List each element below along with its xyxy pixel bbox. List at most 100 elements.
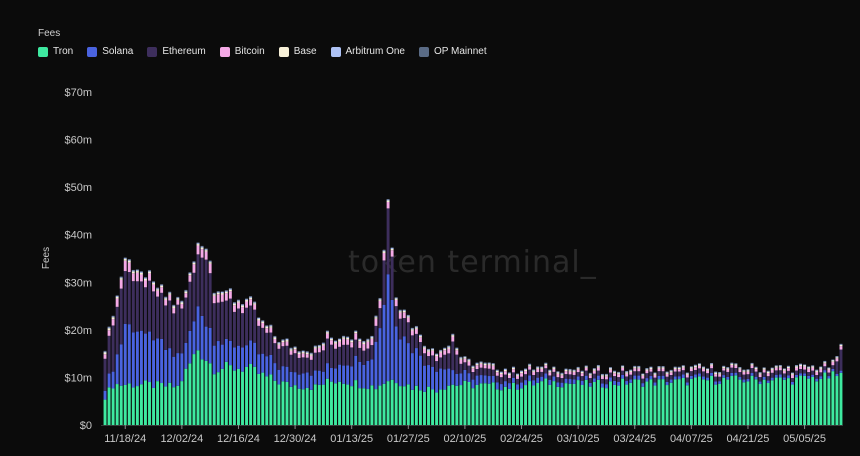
bar-stack[interactable] (766, 370, 770, 425)
bar-stack[interactable] (734, 363, 738, 425)
bar-stack[interactable] (330, 337, 333, 425)
bar-stack[interactable] (685, 372, 689, 425)
bar-stack[interactable] (208, 260, 212, 425)
bar-stack[interactable] (123, 257, 127, 425)
bar-stack[interactable] (317, 344, 321, 425)
bar-stack[interactable] (107, 326, 111, 425)
bar-stack[interactable] (119, 276, 123, 425)
bar-stack[interactable] (463, 356, 467, 425)
bar-stack[interactable] (653, 372, 657, 425)
bar-stack[interactable] (807, 366, 811, 425)
bar-stack[interactable] (774, 365, 778, 425)
bar-stack[interactable] (237, 299, 240, 425)
bar-stack[interactable] (285, 338, 289, 425)
bar-stack[interactable] (459, 356, 463, 425)
bar-stack[interactable] (245, 298, 249, 425)
bar-stack[interactable] (681, 365, 685, 425)
bar-stack[interactable] (823, 360, 827, 425)
bar-stack[interactable] (580, 370, 584, 425)
bar-stack[interactable] (738, 366, 742, 425)
bar-stack[interactable] (815, 369, 819, 426)
bar-stack[interactable] (645, 367, 649, 425)
bar-stack[interactable] (471, 365, 475, 425)
bar-stack[interactable] (524, 368, 528, 425)
bar-stack[interactable] (423, 345, 426, 425)
bar-stack[interactable] (495, 369, 499, 425)
bar-stack[interactable] (273, 335, 277, 425)
bar-stack[interactable] (697, 363, 701, 425)
bar-stack[interactable] (770, 367, 774, 425)
bar-stack[interactable] (613, 370, 616, 425)
bar-stack[interactable] (386, 199, 390, 425)
bar-stack[interactable] (835, 356, 839, 425)
bar-stack[interactable] (168, 291, 172, 425)
bar-stack[interactable] (156, 287, 160, 425)
bar-stack[interactable] (827, 367, 831, 425)
bar-stack[interactable] (491, 363, 495, 425)
bar-stack[interactable] (544, 362, 548, 425)
bar-stack[interactable] (350, 339, 354, 425)
bar-stack[interactable] (714, 371, 718, 425)
bar-stack[interactable] (479, 361, 483, 425)
bar-stack[interactable] (406, 314, 410, 425)
bar-stack[interactable] (795, 365, 798, 425)
bar-stack[interactable] (342, 335, 346, 425)
bar-stack[interactable] (552, 366, 556, 425)
bar-stack[interactable] (746, 369, 750, 425)
bar-stack[interactable] (621, 365, 625, 425)
bar-stack[interactable] (131, 269, 135, 425)
bar-stack[interactable] (516, 373, 519, 425)
bar-stack[interactable] (487, 362, 491, 425)
bar-stack[interactable] (127, 259, 131, 425)
bar-stack[interactable] (782, 368, 786, 425)
bar-stack[interactable] (799, 363, 802, 425)
bar-stack[interactable] (160, 284, 164, 425)
bar-stack[interactable] (188, 272, 192, 425)
bar-stack[interactable] (184, 289, 188, 425)
bar-stack[interactable] (212, 292, 216, 425)
bar-stack[interactable] (249, 296, 253, 425)
bar-stack[interactable] (418, 334, 422, 425)
bar-stack[interactable] (103, 350, 107, 425)
bar-stack[interactable] (503, 368, 507, 425)
bar-stack[interactable] (309, 352, 313, 425)
bar-stack[interactable] (111, 315, 115, 425)
bar-stack[interactable] (762, 367, 766, 425)
bar-stack[interactable] (241, 303, 244, 425)
bar-stack[interactable] (427, 348, 430, 425)
bar-stack[interactable] (625, 370, 629, 425)
bar-stack[interactable] (564, 368, 568, 425)
bar-stack[interactable] (135, 269, 139, 425)
bar-stack[interactable] (354, 330, 358, 425)
bar-stack[interactable] (548, 369, 552, 425)
bar-stack[interactable] (536, 366, 540, 425)
bar-stack[interactable] (394, 297, 398, 425)
bar-stack[interactable] (706, 368, 709, 425)
bar-stack[interactable] (435, 353, 439, 425)
bar-stack[interactable] (702, 366, 705, 425)
bar-stack[interactable] (560, 372, 564, 425)
bar-stack[interactable] (811, 365, 815, 425)
bar-stack[interactable] (148, 269, 151, 425)
bar-stack[interactable] (718, 372, 722, 425)
bar-stack[interactable] (786, 365, 790, 425)
bar-stack[interactable] (398, 309, 402, 425)
bar-stack[interactable] (313, 345, 317, 425)
bar-stack[interactable] (362, 340, 366, 425)
bar-stack[interactable] (710, 363, 714, 425)
bar-stack[interactable] (520, 370, 523, 425)
bar-stack[interactable] (499, 371, 503, 425)
bar-stack[interactable] (297, 351, 301, 425)
bar-stack[interactable] (722, 365, 726, 425)
bar-stack[interactable] (455, 347, 459, 426)
bar-stack[interactable] (321, 342, 325, 425)
bar-stack[interactable] (588, 372, 592, 425)
bar-stack[interactable] (669, 369, 673, 425)
bar-stack[interactable] (204, 248, 208, 425)
bar-stack[interactable] (139, 271, 143, 425)
bar-stack[interactable] (305, 351, 309, 425)
bar-stack[interactable] (382, 249, 386, 425)
bar-stack[interactable] (609, 367, 612, 425)
bar-stack[interactable] (277, 341, 281, 425)
bar-stack[interactable] (791, 372, 794, 425)
